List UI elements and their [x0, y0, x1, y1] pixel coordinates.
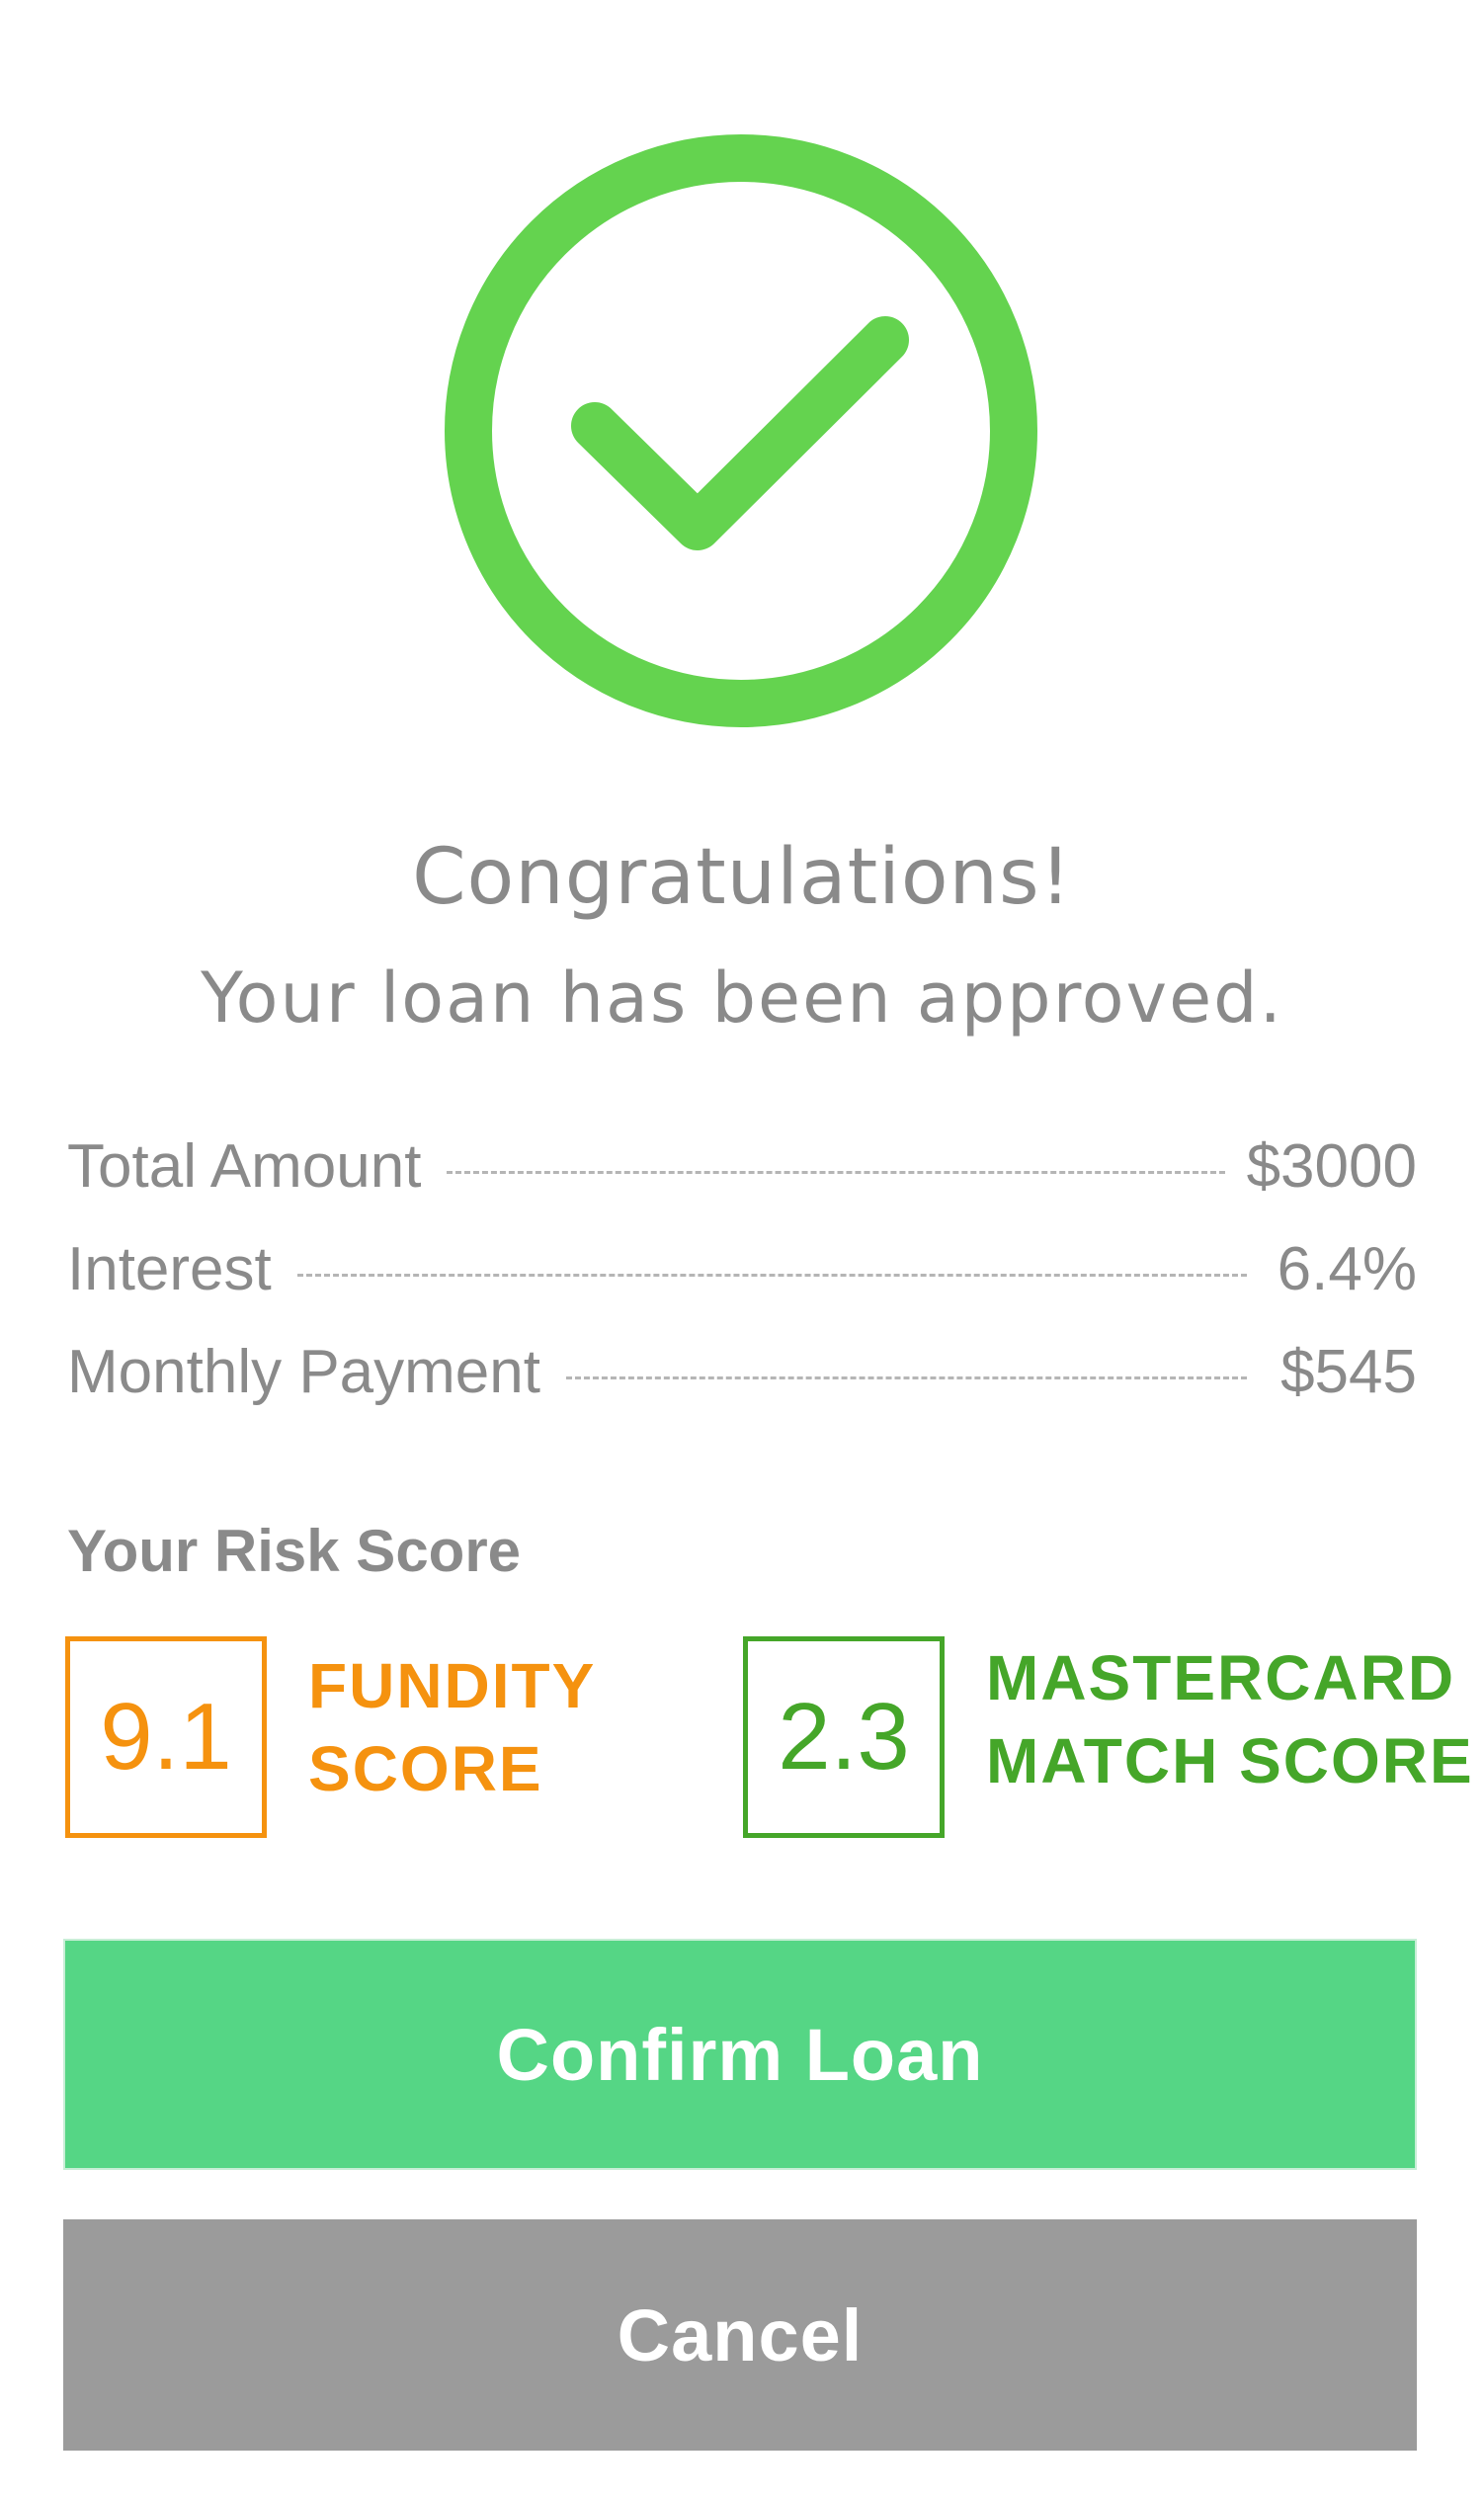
fundity-score-label: FUNDITY SCORE — [308, 1644, 596, 1810]
mastercard-score-label: MASTERCARD MATCH SCORE — [986, 1636, 1474, 1802]
detail-row-interest: Interest 6.4% — [67, 1217, 1417, 1320]
detail-label: Interest — [67, 1234, 272, 1303]
risk-score-title: Your Risk Score — [67, 1518, 522, 1584]
detail-row-total-amount: Total Amount $3000 — [67, 1115, 1417, 1217]
mastercard-label-line2: MATCH SCORE — [986, 1725, 1474, 1796]
dotted-leader — [296, 1273, 1247, 1277]
cancel-button[interactable]: Cancel — [63, 2219, 1417, 2451]
confirm-loan-button[interactable]: Confirm Loan — [63, 1939, 1417, 2170]
congratulations-heading: Congratulations! — [412, 833, 1072, 922]
mastercard-label-line1: MASTERCARD — [986, 1642, 1456, 1713]
fundity-label-line1: FUNDITY — [308, 1650, 597, 1721]
detail-label: Total Amount — [67, 1131, 422, 1201]
detail-label: Monthly Payment — [67, 1337, 540, 1406]
check-circle-icon — [445, 134, 1037, 727]
dotted-leader — [447, 1170, 1225, 1174]
loan-details: Total Amount $3000 Interest 6.4% Monthly… — [67, 1115, 1417, 1423]
detail-row-monthly-payment: Monthly Payment $545 — [67, 1320, 1417, 1423]
detail-value: $545 — [1280, 1337, 1417, 1406]
detail-value: $3000 — [1246, 1131, 1417, 1201]
detail-value: 6.4% — [1277, 1234, 1417, 1303]
fundity-score-box: 9.1 — [65, 1636, 267, 1838]
fundity-label-line2: SCORE — [308, 1733, 543, 1804]
dotted-leader — [566, 1375, 1247, 1379]
mastercard-score-box: 2.3 — [743, 1636, 945, 1838]
approval-message: Your loan has been approved. — [201, 958, 1283, 1039]
